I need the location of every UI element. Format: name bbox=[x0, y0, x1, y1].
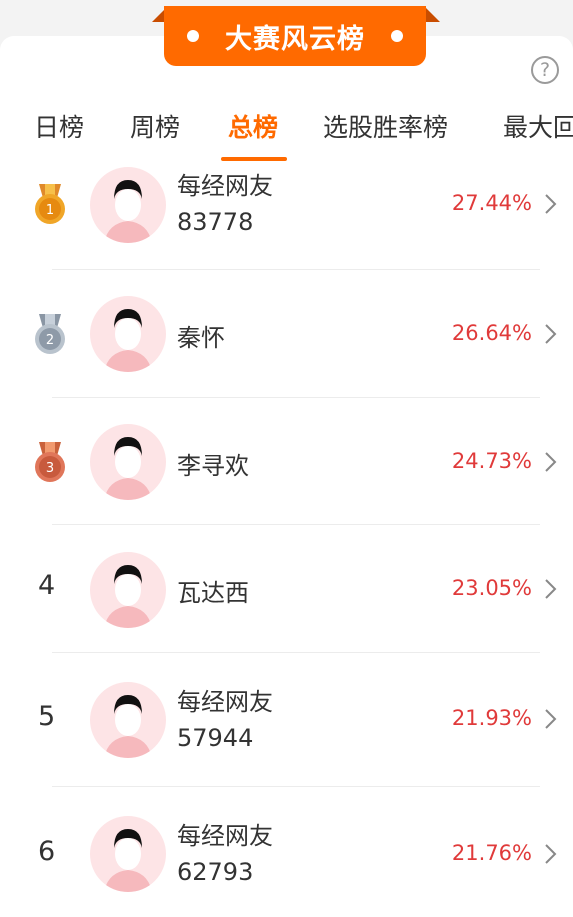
rank-number: 6 bbox=[38, 836, 56, 867]
banner-dot-left bbox=[187, 30, 199, 42]
help-icon[interactable]: ? bbox=[531, 56, 559, 84]
row-divider bbox=[52, 397, 540, 398]
tab-daily[interactable]: 日榜 bbox=[34, 108, 84, 144]
chevron-right-icon bbox=[545, 579, 557, 599]
bronze-medal-icon: 3 bbox=[35, 442, 65, 482]
user-name-suffix: 62793 bbox=[177, 858, 254, 886]
tab-bar: 日榜 周榜 总榜 选股胜率榜 最大回 bbox=[0, 108, 573, 164]
user-name-suffix: 57944 bbox=[177, 724, 254, 752]
chevron-right-icon bbox=[545, 709, 557, 729]
return-rate: 24.73% bbox=[451, 449, 532, 473]
gold-medal-icon: 1 bbox=[35, 184, 65, 224]
tab-stock-win-rate[interactable]: 选股胜率榜 bbox=[323, 108, 448, 144]
tab-max-drawdown[interactable]: 最大回 bbox=[503, 108, 573, 144]
return-rate: 27.44% bbox=[451, 191, 532, 215]
return-rate: 26.64% bbox=[451, 321, 532, 345]
avatar[interactable] bbox=[90, 167, 166, 243]
rank-number: 5 bbox=[38, 701, 56, 732]
return-rate: 23.05% bbox=[451, 576, 532, 600]
leaderboard-card bbox=[0, 36, 573, 917]
return-rate: 21.76% bbox=[451, 841, 532, 865]
user-name: 每经网友 bbox=[177, 688, 273, 716]
row-divider bbox=[52, 524, 540, 525]
svg-text:2: 2 bbox=[46, 333, 54, 348]
user-name: 李寻欢 bbox=[177, 452, 249, 480]
user-name: 瓦达西 bbox=[177, 579, 249, 607]
user-name: 每经网友 bbox=[177, 172, 273, 200]
chevron-right-icon bbox=[545, 452, 557, 472]
banner-fold-right bbox=[426, 8, 440, 22]
avatar[interactable] bbox=[90, 682, 166, 758]
banner-title: 大赛风云榜 bbox=[225, 23, 365, 55]
avatar[interactable] bbox=[90, 552, 166, 628]
avatar[interactable] bbox=[90, 424, 166, 500]
active-tab-indicator bbox=[221, 157, 287, 161]
leaderboard-banner: 大赛风云榜 bbox=[164, 6, 426, 66]
row-divider bbox=[52, 269, 540, 270]
svg-text:1: 1 bbox=[46, 203, 54, 218]
row-divider bbox=[52, 652, 540, 653]
chevron-right-icon bbox=[545, 324, 557, 344]
user-name-suffix: 83778 bbox=[177, 208, 254, 236]
user-name: 秦怀 bbox=[177, 324, 225, 352]
tab-weekly[interactable]: 周榜 bbox=[130, 108, 180, 144]
rank-number: 4 bbox=[38, 570, 56, 601]
chevron-right-icon bbox=[545, 194, 557, 214]
user-name: 每经网友 bbox=[177, 822, 273, 850]
silver-medal-icon: 2 bbox=[35, 314, 65, 354]
tab-overall[interactable]: 总榜 bbox=[228, 108, 278, 144]
return-rate: 21.93% bbox=[451, 706, 532, 730]
banner-dot-right bbox=[391, 30, 403, 42]
svg-text:3: 3 bbox=[46, 461, 54, 476]
chevron-right-icon bbox=[545, 844, 557, 864]
row-divider bbox=[52, 786, 540, 787]
avatar[interactable] bbox=[90, 816, 166, 892]
avatar[interactable] bbox=[90, 296, 166, 372]
